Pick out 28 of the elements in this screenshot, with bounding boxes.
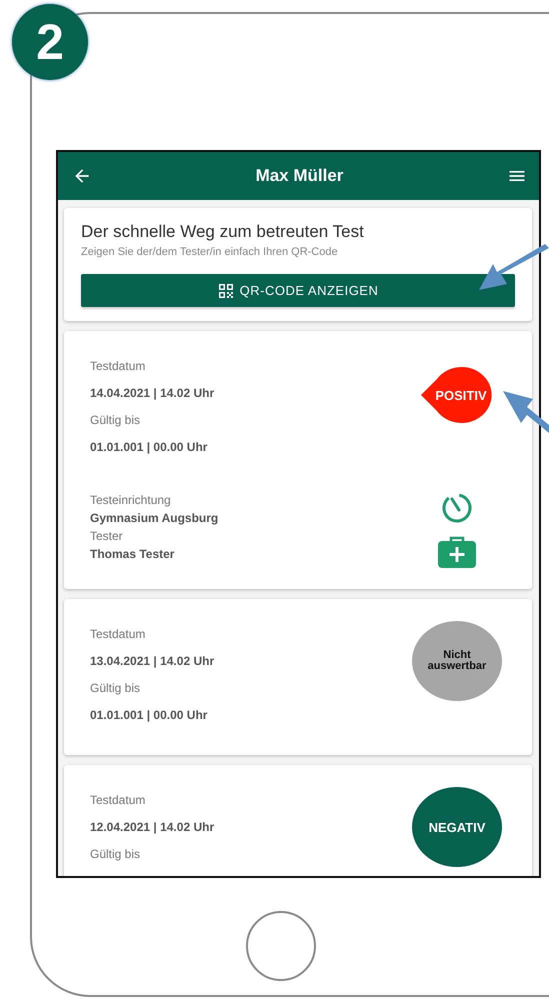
result-badge: NEGATIV <box>412 787 502 867</box>
test-date: 14.04.2021 | 14.02 Uhr <box>90 385 216 402</box>
test-card[interactable]: Testdatum 13.04.2021 | 14.02 Uhr Gültig bis 01.01.001 | 00.00 Uhr Nicht auswertbar <box>64 599 532 755</box>
card-title: Der schnelle Weg zum betreuten Test <box>81 222 365 242</box>
field-label: Gültig bis <box>90 680 142 697</box>
result-badge: Nicht auswertbar <box>412 621 502 701</box>
field-label: Testdatum <box>90 358 146 375</box>
field-label: Testeinrichtung <box>90 492 172 509</box>
field-label: Tester <box>90 528 124 545</box>
test-date: 12.04.2021 | 14.02 Uhr <box>90 819 214 836</box>
field-label: Testdatum <box>90 792 146 809</box>
test-date: 13.04.2021 | 14.02 Uhr <box>90 653 214 670</box>
medical-kit-icon[interactable] <box>437 535 477 569</box>
qr-code-icon <box>218 282 234 298</box>
facility-name: Gymnasium Augsburg <box>90 510 218 527</box>
app-title: Max Müller <box>256 166 344 186</box>
step-number-badge: 2 <box>12 4 88 80</box>
valid-until: 01.01.001 | 00.00 Uhr <box>90 439 208 456</box>
card-subtitle: Zeigen Sie der/dem Tester/in einfach Ihren QR-Code <box>81 246 339 258</box>
field-label: Testdatum <box>90 626 146 643</box>
field-label: Gültig bis <box>90 846 142 863</box>
home-button[interactable] <box>246 911 316 981</box>
test-card[interactable]: Testdatum 12.04.2021 | 14.02 Uhr Gültig bis NEGATIV <box>64 765 532 876</box>
field-label: Gültig bis <box>90 412 142 429</box>
tester-name: Thomas Tester <box>90 546 176 563</box>
valid-until: 01.01.001 | 00.00 Uhr <box>90 707 208 724</box>
show-qr-button[interactable]: QR-CODE ANZEIGEN <box>81 274 515 307</box>
test-card[interactable]: Testdatum 14.04.2021 | 14.02 Uhr Gültig bis 01.01.001 | 00.00 Uhr Testeinrichtung Gymnasium Augsburg Tester Thomas Tester POSITIV <box>64 331 532 589</box>
